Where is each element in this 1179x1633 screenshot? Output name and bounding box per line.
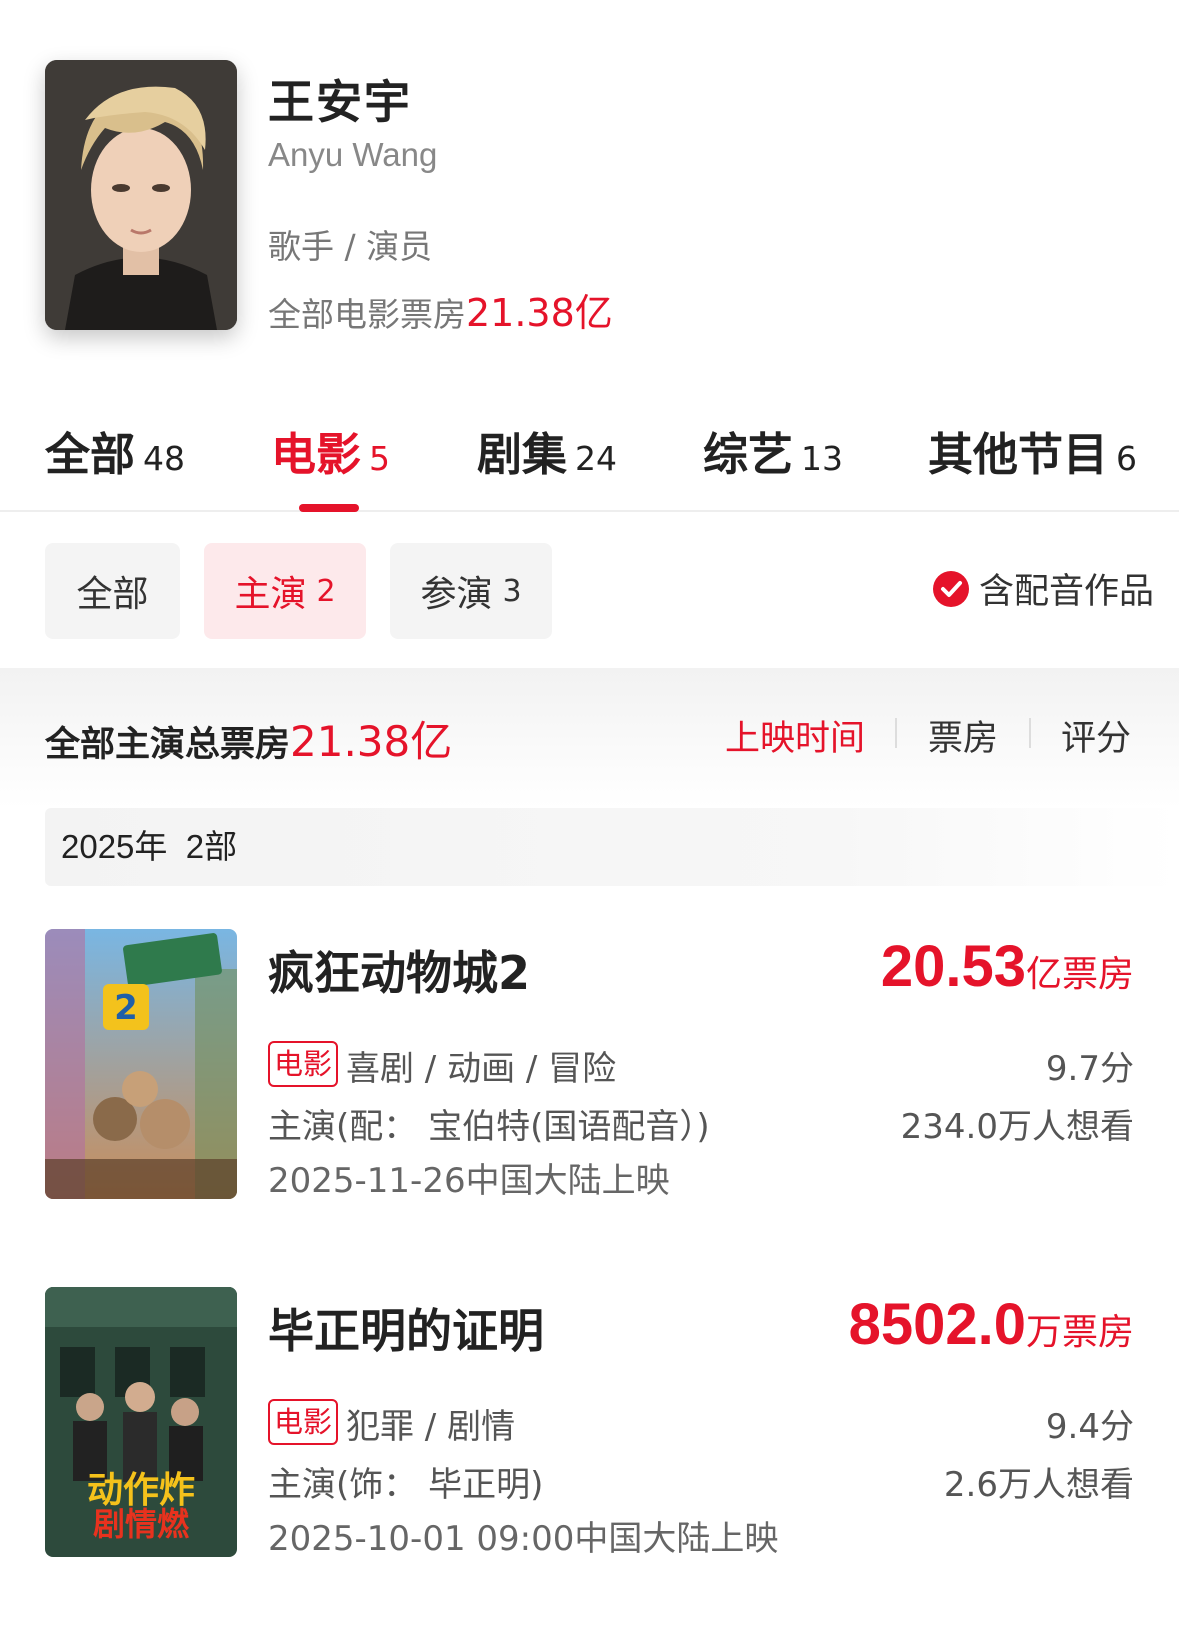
movie-list-item[interactable]: 2 疯狂动物城2 20.53亿票房 电影 喜剧 / 动画 / 冒险 主演(配： … — [0, 929, 1179, 1229]
chip-label: 参演 — [420, 574, 493, 615]
check-circle-icon — [932, 570, 969, 607]
active-tab-indicator — [299, 504, 359, 512]
movie-box-office: 8502.0万票房 — [849, 1291, 1134, 1358]
movie-poster-image: 动作炸 剧情燃 — [45, 1287, 237, 1557]
movie-release-date: 2025-10-01 09:00中国大陆上映 — [268, 1519, 779, 1559]
movie-type-tag: 电影 — [268, 1399, 339, 1445]
avatar-portrait-image — [45, 60, 237, 330]
movie-role: 主演(饰： 毕正明) — [268, 1465, 544, 1505]
artist-name: 王安宇 — [268, 75, 412, 129]
tab-label: 剧集 — [477, 428, 568, 481]
sort-divider — [1029, 718, 1031, 748]
works-category-tabs: 全部 48 电影 5 剧集 24 综艺 13 其他节目 6 — [0, 400, 1179, 512]
tab-movies[interactable]: 电影 5 — [271, 418, 390, 483]
include-dubbing-label: 含配音作品 — [978, 572, 1154, 612]
movie-score: 9.4分 — [1045, 1407, 1134, 1447]
include-dubbing-toggle[interactable]: 含配音作品 — [932, 563, 1154, 614]
movie-genres: 喜剧 / 动画 / 冒险 — [346, 1049, 617, 1089]
artist-total-box-office: 全部电影票房21.38亿 — [268, 282, 613, 337]
chip-count: 3 — [502, 573, 522, 609]
movie-list-item[interactable]: 动作炸 剧情燃 毕正明的证明 8502.0万票房 电影 犯罪 / 剧情 主演(饰… — [0, 1287, 1179, 1587]
filter-supporting-chip[interactable]: 参演 3 — [390, 543, 552, 639]
movie-want-to-see: 2.6万人想看 — [943, 1465, 1134, 1505]
sort-by-rating[interactable]: 评分 — [1061, 710, 1131, 761]
tab-count: 24 — [575, 439, 618, 478]
filter-all-chip[interactable]: 全部 — [45, 543, 180, 639]
movie-poster[interactable]: 2 — [45, 929, 237, 1199]
tab-label: 其他节目 — [928, 428, 1109, 481]
movie-title[interactable]: 毕正明的证明 — [268, 1295, 544, 1361]
total-box-office-value: 21.38亿 — [466, 291, 613, 335]
box-office-number: 8502.0 — [848, 1292, 1026, 1357]
year-count: 2部 — [185, 828, 238, 865]
svg-text:剧情燃: 剧情燃 — [93, 1505, 190, 1543]
movie-poster-image: 2 — [45, 929, 237, 1199]
chip-count: 2 — [316, 573, 336, 609]
tab-series[interactable]: 剧集 24 — [477, 418, 617, 483]
summary-label: 全部主演总票房 — [45, 725, 291, 765]
total-box-office-label: 全部电影票房 — [268, 295, 466, 334]
movie-title[interactable]: 疯狂动物城2 — [268, 937, 530, 1003]
movie-release-date: 2025-11-26中国大陆上映 — [268, 1161, 670, 1201]
box-office-number: 20.53 — [880, 934, 1026, 999]
box-office-unit: 亿票房 — [1025, 954, 1134, 995]
chip-label: 全部 — [76, 574, 149, 615]
artist-roles: 歌手 / 演员 — [268, 227, 433, 266]
movie-type-tag: 电影 — [268, 1041, 339, 1087]
sort-by-release-date[interactable]: 上映时间 — [725, 710, 865, 761]
sort-divider — [895, 718, 897, 748]
tab-count: 13 — [801, 439, 844, 478]
tab-count: 48 — [143, 439, 186, 478]
tab-label: 综艺 — [703, 428, 794, 481]
filter-lead-chip[interactable]: 主演 2 — [204, 543, 366, 639]
movie-role: 主演(配： 宝伯特(国语配音）) — [268, 1107, 710, 1147]
movie-genres: 犯罪 / 剧情 — [346, 1407, 516, 1447]
svg-text:2: 2 — [114, 988, 138, 1028]
sort-by-box-office[interactable]: 票房 — [928, 710, 998, 761]
tab-label: 全部 — [45, 428, 136, 481]
tab-all[interactable]: 全部 48 — [45, 418, 185, 483]
movie-want-to-see: 234.0万人想看 — [900, 1107, 1134, 1147]
tab-count: 5 — [369, 439, 391, 478]
lead-total-box-office: 全部主演总票房21.38亿 — [45, 708, 452, 769]
artist-name-english: Anyu Wang — [268, 136, 438, 173]
artist-avatar[interactable] — [45, 60, 237, 330]
chip-label: 主演 — [234, 574, 307, 615]
artist-profile-header: 王安宇 Anyu Wang 歌手 / 演员 全部电影票房21.38亿 — [0, 0, 1179, 370]
movie-box-office: 20.53亿票房 — [881, 933, 1134, 1000]
year-label: 2025年 — [61, 828, 168, 865]
box-office-summary-bar: 全部主演总票房21.38亿 上映时间 票房 评分 — [0, 668, 1179, 808]
year-group-header: 2025年 2部 — [45, 808, 1179, 886]
tab-count: 6 — [1116, 439, 1138, 478]
movie-poster[interactable]: 动作炸 剧情燃 — [45, 1287, 237, 1557]
summary-value: 21.38亿 — [290, 717, 453, 766]
tab-variety[interactable]: 综艺 13 — [703, 418, 843, 483]
tab-label: 电影 — [271, 428, 362, 481]
box-office-unit: 万票房 — [1025, 1312, 1134, 1353]
movie-score: 9.7分 — [1045, 1049, 1134, 1089]
tab-other-shows[interactable]: 其他节目 6 — [928, 418, 1137, 483]
